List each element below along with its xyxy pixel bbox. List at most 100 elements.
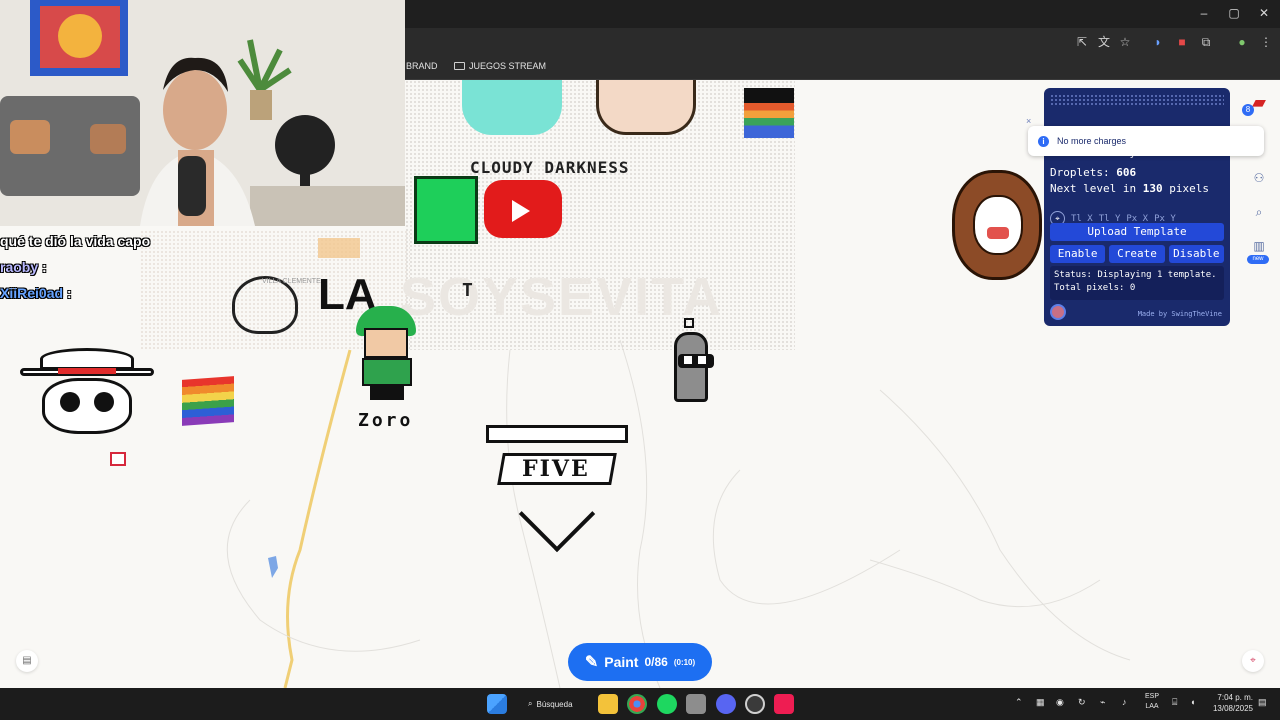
chat-message-text: qué te dió la vida capo <box>0 233 151 249</box>
pixel-art-rainbow-flag <box>182 376 234 426</box>
new-badge: new <box>1247 255 1269 264</box>
next-level-suffix: pixels <box>1169 182 1209 195</box>
bookmark-star-icon[interactable]: ☆ <box>1117 34 1133 50</box>
tray-steam-icon[interactable]: ◉ <box>1056 697 1064 708</box>
tiktok-icon[interactable] <box>774 694 794 714</box>
pixel-art-zoro <box>354 306 420 406</box>
pixel-art-green-block <box>414 176 478 244</box>
upload-template-button[interactable]: Upload Template <box>1050 223 1224 241</box>
menu-kebab-icon[interactable]: ⋮ <box>1258 34 1274 50</box>
youtube-play-icon <box>512 200 530 222</box>
total-pixels-text: Total pixels: 0 <box>1054 283 1136 293</box>
tray-app-icon[interactable]: ▦ <box>1036 697 1045 708</box>
system-clock[interactable]: 7:04 p. m. 13/08/2025 <box>1203 692 1253 714</box>
search-icon: ⌕ <box>528 699 533 708</box>
cast-icon[interactable]: ⇱ <box>1074 34 1090 50</box>
locate-icon[interactable]: ⌖ <box>1242 650 1264 672</box>
extensions-puzzle-icon[interactable]: ⧉ <box>1198 34 1214 50</box>
extension-badge-icon[interactable]: ■ <box>1174 34 1190 50</box>
tray-mic-icon[interactable]: ♪ <box>1122 697 1127 707</box>
pixel-art-villa-label: VILLA CLEMENTE <box>262 278 321 285</box>
pixel-art-banner: CLOUDY DARKNESS <box>470 158 630 177</box>
chat-username: XiiRei0ad <box>0 285 64 301</box>
tile-y-input[interactable]: Tl Y <box>1099 214 1121 224</box>
community-icon[interactable]: ⚇ <box>1246 166 1272 190</box>
spotify-icon[interactable] <box>657 694 677 714</box>
create-button[interactable]: Create <box>1109 245 1165 263</box>
taskbar-search[interactable]: ⌕ Búsqueda <box>518 694 588 714</box>
volume-icon[interactable]: ◖ <box>1190 697 1195 707</box>
chat-message-text: : <box>42 259 47 275</box>
pixel-art-bender <box>670 318 718 404</box>
paint-label: Paint <box>604 654 639 670</box>
windows-taskbar: ⌕ Búsqueda ⌃ ▦ ◉ ↻ ⌁ ♪ ESP LAA ⌸ ◖ 7:04 … <box>0 688 1280 720</box>
paint-timer: (0:10) <box>673 657 696 667</box>
next-level-row: Next level in 130 pixels <box>1050 182 1209 195</box>
no-charges-toast: × i No more charges <box>1026 116 1264 156</box>
obs-icon[interactable] <box>745 694 765 714</box>
search-label: Búsqueda <box>536 699 573 709</box>
chrome-icon[interactable] <box>627 694 647 714</box>
panel-drag-handle[interactable] <box>1050 94 1224 106</box>
author-avatar <box>1050 304 1066 320</box>
chat-message: XiiRei0ad : <box>0 284 180 310</box>
info-icon: i <box>1038 135 1049 147</box>
profile-avatar-icon[interactable]: ● <box>1234 34 1250 50</box>
network-icon[interactable]: ⌸ <box>1172 697 1177 708</box>
tray-chevron-icon[interactable]: ⌃ <box>1015 697 1023 708</box>
language-indicator[interactable]: ESP LAA <box>1140 692 1164 712</box>
brush-icon: ✎ <box>584 654 599 671</box>
chat-message: qué te dió la vida capo <box>0 232 180 258</box>
bookmark-brand[interactable]: BRAND <box>406 61 438 71</box>
bookmark-juegos-stream-label: JUEGOS STREAM <box>469 61 547 71</box>
discord-icon[interactable] <box>716 694 736 714</box>
maximize-button[interactable]: ▢ <box>1224 6 1244 20</box>
tile-x-input[interactable]: Tl X <box>1071 214 1093 224</box>
pixel-art-gta-v-logo <box>486 425 628 553</box>
pixel-art-flag-block <box>744 88 794 138</box>
pixel-art-letters: T <box>462 280 473 301</box>
pixel-x-input[interactable]: Px X <box>1126 214 1148 224</box>
paint-button[interactable]: ✎ Paint 0/86 (0:10) <box>568 643 712 681</box>
made-by-label: Made by SwingTheVine <box>1137 310 1222 318</box>
pixel-art-anime-girl <box>462 80 562 135</box>
file-explorer-icon[interactable] <box>598 694 618 714</box>
extension-audio-icon[interactable]: ◗ <box>1150 34 1166 50</box>
app-icon[interactable] <box>686 694 706 714</box>
blue-marble-panel: Username: SoySevita Droplets: 606 Next l… <box>1044 88 1230 326</box>
toast-text: No more charges <box>1057 136 1127 146</box>
lang-bottom: LAA <box>1145 703 1159 710</box>
layers-icon[interactable]: ▤ <box>16 650 38 672</box>
search-map-icon[interactable]: ⌕ <box>1246 200 1272 224</box>
chat-username: raoby <box>0 259 39 275</box>
droplets-row: Droplets: 606 <box>1050 166 1136 179</box>
pixel-art-straw-hat-skull <box>14 342 160 434</box>
lang-top: ESP <box>1144 693 1159 700</box>
status-textarea[interactable]: Status: Displaying 1 template. Total pix… <box>1050 266 1224 300</box>
close-button[interactable]: ✕ <box>1254 6 1274 20</box>
next-level-prefix: Next level in <box>1050 182 1137 195</box>
start-icon[interactable] <box>487 694 507 714</box>
stream-chat-overlay: qué te dió la vida capo raoby : XiiRei0a… <box>0 232 180 310</box>
pixel-art-five-text: FIVE <box>522 456 590 482</box>
clock-date: 13/08/2025 <box>1212 704 1253 713</box>
bookmark-juegos-stream[interactable]: JUEGOS STREAM <box>454 61 546 71</box>
pixel-art-red-heart <box>110 452 126 466</box>
enable-button[interactable]: Enable <box>1050 245 1106 263</box>
minimize-button[interactable]: – <box>1194 6 1214 20</box>
webcam-scene <box>0 0 405 226</box>
droplets-value: 606 <box>1116 166 1137 179</box>
tray-usb-icon[interactable]: ⌁ <box>1100 697 1105 708</box>
paint-charges: 0/86 <box>644 655 668 669</box>
pixel-art-orange-bits <box>318 238 360 258</box>
status-text: Status: Displaying 1 template. <box>1054 270 1217 280</box>
disable-button[interactable]: Disable <box>1168 245 1224 263</box>
translate-icon[interactable]: 文 <box>1096 34 1112 50</box>
pixel-art-zoro-label: Zoro <box>358 410 414 431</box>
tray-sync-icon[interactable]: ↻ <box>1078 697 1086 708</box>
toast-close-icon[interactable]: × <box>1026 116 1031 126</box>
pixel-art-boy-face <box>596 80 696 135</box>
pixel-y-input[interactable]: Px Y <box>1154 214 1176 224</box>
bookmark-brand-label: BRAND <box>406 61 438 71</box>
notification-icon[interactable]: ▤ <box>1258 697 1267 708</box>
